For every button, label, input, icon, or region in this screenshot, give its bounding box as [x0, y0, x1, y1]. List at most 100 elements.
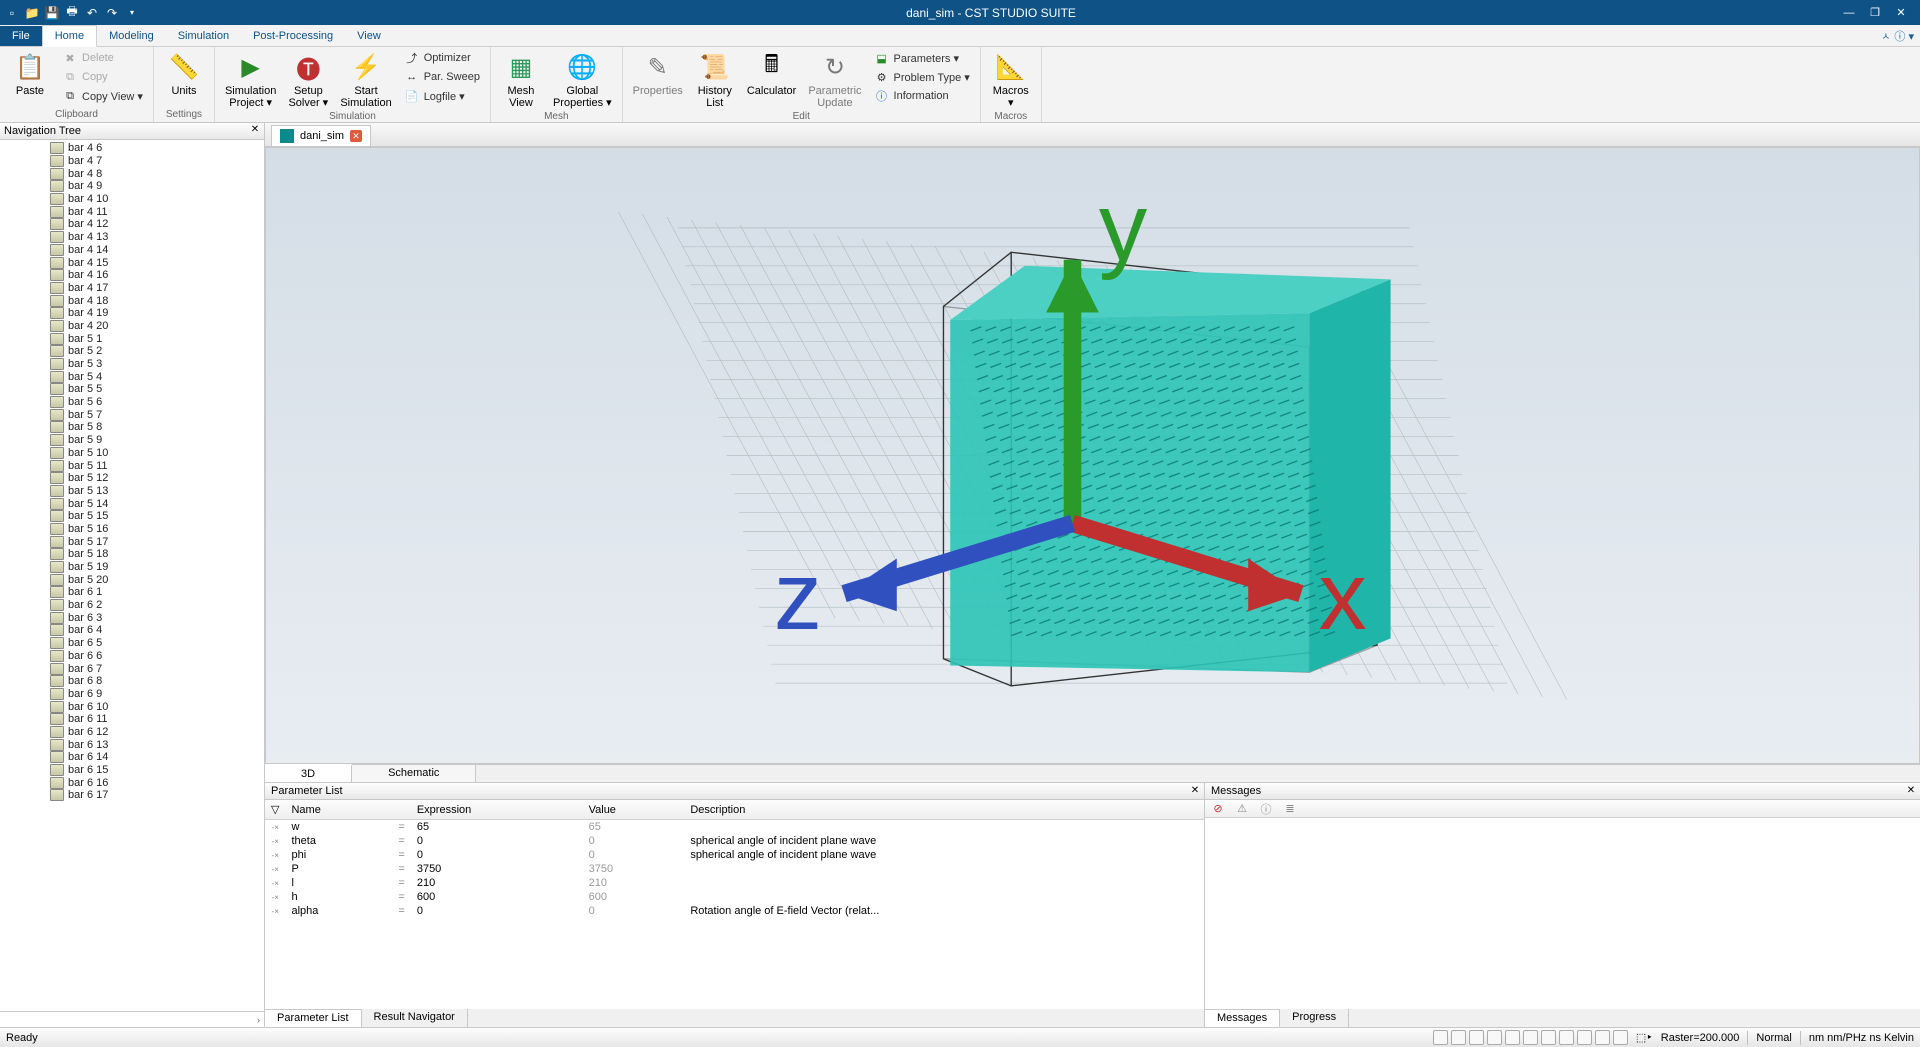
- tree-item[interactable]: bar 6 14: [0, 751, 264, 764]
- menu-post-processing[interactable]: Post-Processing: [241, 26, 345, 46]
- filter-icon[interactable]: ▽: [271, 804, 279, 816]
- tree-item[interactable]: bar 6 15: [0, 764, 264, 777]
- optimizer-button[interactable]: ⤴Optimizer: [400, 49, 484, 67]
- tree-item[interactable]: bar 6 12: [0, 726, 264, 739]
- tree-item[interactable]: bar 4 13: [0, 231, 264, 244]
- tree-item[interactable]: bar 6 3: [0, 611, 264, 624]
- parameter-row[interactable]: -×theta=00spherical angle of incident pl…: [265, 834, 1204, 848]
- macros-button[interactable]: 📐Macros ▾: [987, 49, 1035, 111]
- open-folder-icon[interactable]: 📁: [24, 5, 40, 21]
- view-tab-3d[interactable]: 3D: [265, 764, 352, 782]
- bottom-tab-result-navigator[interactable]: Result Navigator: [362, 1009, 468, 1027]
- tree-item[interactable]: bar 4 18: [0, 294, 264, 307]
- tree-item[interactable]: bar 6 5: [0, 637, 264, 650]
- tree-item[interactable]: bar 5 12: [0, 472, 264, 485]
- parameter-row[interactable]: -×phi=00spherical angle of incident plan…: [265, 848, 1204, 862]
- tree-item[interactable]: bar 6 13: [0, 738, 264, 751]
- menu-home[interactable]: Home: [42, 25, 97, 47]
- tree-item[interactable]: bar 4 16: [0, 269, 264, 282]
- bottom-tab-messages[interactable]: Messages: [1205, 1009, 1280, 1027]
- units-button[interactable]: 📏Units: [160, 49, 208, 99]
- tree-item[interactable]: bar 5 17: [0, 535, 264, 548]
- tree-item[interactable]: bar 5 1: [0, 332, 264, 345]
- save-icon[interactable]: 💾: [44, 5, 60, 21]
- paramlist-close-icon[interactable]: ✕: [1189, 785, 1201, 797]
- undo-icon[interactable]: ↶: [84, 5, 100, 21]
- tree-item[interactable]: bar 4 20: [0, 320, 264, 333]
- tree-item[interactable]: bar 4 10: [0, 193, 264, 206]
- paste-button[interactable]: 📋Paste: [6, 49, 54, 99]
- parameter-row[interactable]: -×P=37503750: [265, 862, 1204, 876]
- tree-item[interactable]: bar 6 4: [0, 624, 264, 637]
- tree-item[interactable]: bar 6 16: [0, 776, 264, 789]
- tree-item[interactable]: bar 4 12: [0, 218, 264, 231]
- new-file-icon[interactable]: ▫: [4, 5, 20, 21]
- menu-modeling[interactable]: Modeling: [97, 26, 166, 46]
- tree-item[interactable]: bar 4 11: [0, 205, 264, 218]
- axis-gizmo[interactable]: y x z: [265, 147, 1899, 743]
- tree-item[interactable]: bar 5 20: [0, 573, 264, 586]
- copy-button[interactable]: ⧉Copy: [58, 68, 147, 86]
- tree-item[interactable]: bar 5 9: [0, 434, 264, 447]
- tree-item[interactable]: bar 5 13: [0, 485, 264, 498]
- msg-list-icon[interactable]: ≣: [1283, 802, 1297, 816]
- tree-item[interactable]: bar 5 14: [0, 497, 264, 510]
- tree-item[interactable]: bar 5 18: [0, 548, 264, 561]
- bottom-tab-progress[interactable]: Progress: [1280, 1009, 1349, 1027]
- logfile-button[interactable]: 📄Logfile ▾: [400, 87, 484, 105]
- tree-item[interactable]: bar 4 14: [0, 244, 264, 257]
- tree-item[interactable]: bar 5 15: [0, 510, 264, 523]
- status-units[interactable]: nm nm/PHz ns Kelvin: [1809, 1032, 1914, 1044]
- tree-item[interactable]: bar 4 17: [0, 282, 264, 295]
- mesh-view-button[interactable]: ▦Mesh View: [497, 49, 545, 111]
- tree-item[interactable]: bar 6 9: [0, 688, 264, 701]
- tree-item[interactable]: bar 4 19: [0, 307, 264, 320]
- calculator-button[interactable]: 🖩Calculator: [743, 49, 801, 99]
- global-properties-button[interactable]: 🌐Global Properties ▾: [549, 49, 616, 111]
- par-sweep-button[interactable]: ↔Par. Sweep: [400, 68, 484, 86]
- tree-item[interactable]: bar 5 10: [0, 447, 264, 460]
- menu-file[interactable]: File: [0, 26, 42, 46]
- bottom-tab-parameter-list[interactable]: Parameter List: [265, 1009, 362, 1027]
- tree-item[interactable]: bar 6 2: [0, 599, 264, 612]
- redo-icon[interactable]: ↷: [104, 5, 120, 21]
- view-tab-schematic[interactable]: Schematic: [352, 765, 476, 782]
- information-button[interactable]: ⓘInformation: [870, 87, 974, 105]
- tree-item[interactable]: bar 6 8: [0, 675, 264, 688]
- parameter-row[interactable]: -×l=210210: [265, 876, 1204, 890]
- tree-item[interactable]: bar 5 7: [0, 408, 264, 421]
- tree-item[interactable]: bar 4 9: [0, 180, 264, 193]
- tree-item[interactable]: bar 5 3: [0, 358, 264, 371]
- start-simulation-button[interactable]: ⚡Start Simulation: [336, 49, 395, 111]
- setup-solver-button[interactable]: 🅣Setup Solver ▾: [284, 49, 332, 111]
- properties-button[interactable]: ✎Properties: [629, 49, 687, 99]
- navigation-tree[interactable]: bar 4 6bar 4 7bar 4 8bar 4 9bar 4 10bar …: [0, 140, 264, 1011]
- copy-view-button[interactable]: ⧉Copy View ▾: [58, 87, 147, 105]
- parameter-row[interactable]: -×w=6565: [265, 820, 1204, 835]
- parameter-row[interactable]: -×alpha=00Rotation angle of E-field Vect…: [265, 904, 1204, 918]
- msg-error-icon[interactable]: ⊘: [1211, 802, 1225, 816]
- status-view-icons[interactable]: [1433, 1030, 1628, 1045]
- tree-item[interactable]: bar 6 7: [0, 662, 264, 675]
- doc-close-icon[interactable]: ✕: [350, 130, 362, 142]
- nav-close-icon[interactable]: ✕: [249, 124, 261, 136]
- 3d-viewport[interactable]: y x z: [265, 147, 1920, 764]
- tree-item[interactable]: bar 6 17: [0, 789, 264, 802]
- problem-type-button[interactable]: ⚙Problem Type ▾: [870, 68, 974, 86]
- parameters-button[interactable]: ⬓Parameters ▾: [870, 49, 974, 67]
- tree-item[interactable]: bar 5 5: [0, 383, 264, 396]
- menu-view[interactable]: View: [345, 26, 393, 46]
- nav-expand-icon[interactable]: ›: [257, 1015, 260, 1025]
- print-icon[interactable]: 🖶: [64, 5, 80, 21]
- menu-simulation[interactable]: Simulation: [166, 26, 241, 46]
- qat-dropdown-icon[interactable]: ▾: [124, 5, 140, 21]
- history-list-button[interactable]: 📜History List: [691, 49, 739, 111]
- tree-item[interactable]: bar 4 7: [0, 155, 264, 168]
- status-normal[interactable]: Normal: [1756, 1032, 1791, 1044]
- ribbon-collapse-icon[interactable]: ㅅ: [1881, 28, 1890, 44]
- document-tab-dani-sim[interactable]: dani_sim ✕: [271, 125, 371, 146]
- tree-item[interactable]: bar 5 8: [0, 421, 264, 434]
- help-icon[interactable]: ⓘ ▾: [1894, 28, 1914, 44]
- maximize-button[interactable]: ❐: [1868, 6, 1882, 20]
- tree-item[interactable]: bar 4 6: [0, 142, 264, 155]
